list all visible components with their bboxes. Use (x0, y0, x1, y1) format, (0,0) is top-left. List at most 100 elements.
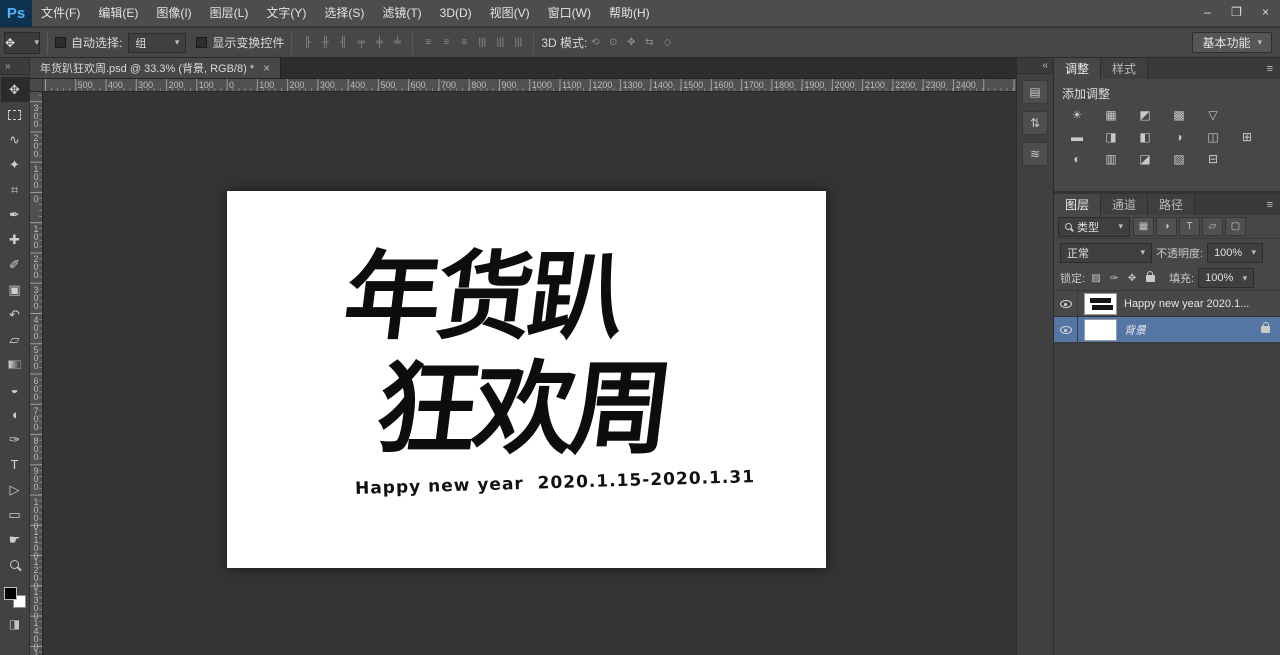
auto-select-dropdown[interactable]: 组 (128, 32, 187, 53)
distribute-bottom-icon[interactable]: ≡ (456, 33, 472, 53)
menu-item-7[interactable]: 3D(D) (431, 0, 481, 27)
align-left-edges-icon[interactable]: ╟ (299, 33, 315, 53)
levels-icon[interactable]: ▦ (1094, 106, 1128, 124)
tab-adjustments[interactable]: 调整 (1054, 58, 1102, 79)
hand-tool[interactable]: ☛ (1, 527, 29, 552)
layer-name[interactable]: Happy new year 2020.1... (1124, 298, 1249, 310)
fill-dropdown[interactable]: 100% (1198, 268, 1255, 288)
brush-panel-icon[interactable]: ≋ (1022, 142, 1048, 166)
zoom-tool[interactable] (1, 552, 29, 577)
menu-item-0[interactable]: 文件(F) (32, 0, 89, 27)
brightness-contrast-icon[interactable]: ☀ (1060, 106, 1094, 124)
minimize-button[interactable]: – (1193, 0, 1222, 26)
filter-smart-objects-icon[interactable]: ▢ (1225, 217, 1246, 236)
dodge-tool[interactable]: ◖ (1, 402, 29, 427)
history-brush-tool[interactable]: ↶ (1, 302, 29, 327)
filter-adjustment-layers-icon[interactable]: ◑ (1156, 217, 1177, 236)
workspace-switcher[interactable]: 基本功能 (1192, 32, 1272, 53)
curves-icon[interactable]: ◩ (1128, 106, 1162, 124)
menu-item-8[interactable]: 视图(V) (481, 0, 539, 27)
gradient-tool[interactable] (1, 352, 29, 377)
layer-filter-dropdown[interactable]: 类型 (1058, 216, 1130, 237)
menu-item-2[interactable]: 图像(I) (147, 0, 200, 27)
selective-color-icon[interactable]: ⊟ (1196, 150, 1230, 168)
align-horizontal-centers-icon[interactable]: ╫ (317, 33, 333, 53)
3d-slide-icon[interactable]: ⇆ (641, 33, 657, 53)
menu-item-3[interactable]: 图层(L) (201, 0, 258, 27)
blur-tool[interactable]: ◒ (1, 377, 29, 402)
artboard[interactable]: 年货趴 狂欢周 Happy new year 2020.1.15-2020.1.… (227, 191, 826, 568)
3d-roll-icon[interactable]: ⊙ (605, 33, 621, 53)
layer-thumbnail[interactable] (1084, 318, 1117, 341)
3d-rotate-icon[interactable]: ⟲ (587, 33, 603, 53)
document-tab[interactable]: 年货趴狂欢周.psd @ 33.3% (背景, RGB/8) * × (30, 58, 282, 78)
tab-layers[interactable]: 图层 (1054, 194, 1102, 215)
quick-mask-icon[interactable]: ◨ (1, 617, 29, 631)
foreground-color-swatch[interactable] (3, 587, 17, 600)
menu-item-9[interactable]: 窗口(W) (539, 0, 600, 27)
vibrance-icon[interactable]: ▽ (1196, 106, 1230, 124)
invert-icon[interactable]: ◐ (1060, 150, 1094, 168)
lock-pixels-icon[interactable]: ✑ (1107, 270, 1121, 286)
align-top-edges-icon[interactable]: ╤ (353, 33, 369, 53)
brush-tool[interactable]: ✐ (1, 252, 29, 277)
align-vertical-centers-icon[interactable]: ╪ (371, 33, 387, 53)
menu-item-5[interactable]: 选择(S) (315, 0, 373, 27)
layer-visibility-toggle[interactable] (1054, 291, 1078, 316)
tab-paths[interactable]: 路径 (1148, 194, 1196, 215)
properties-panel-icon[interactable]: ⇅ (1022, 111, 1048, 135)
current-tool-preset[interactable]: ✥ (4, 31, 40, 54)
3d-pan-icon[interactable]: ✥ (623, 33, 639, 53)
clone-stamp-tool[interactable]: ▣ (1, 277, 29, 302)
color-balance-icon[interactable]: ◨ (1094, 128, 1128, 146)
layer-visibility-toggle[interactable] (1054, 317, 1078, 342)
layer-row[interactable]: Happy new year 2020.1... (1054, 291, 1280, 317)
layer-name[interactable]: 背景 (1124, 322, 1146, 338)
panel-menu-icon[interactable]: ≡ (1260, 58, 1280, 79)
channel-mixer-icon[interactable]: ◫ (1196, 128, 1230, 146)
pen-tool[interactable]: ✑ (1, 427, 29, 452)
eraser-tool[interactable]: ▱ (1, 327, 29, 352)
quick-selection-tool[interactable]: ✦ (1, 152, 29, 177)
tab-styles[interactable]: 样式 (1101, 58, 1149, 79)
color-lookup-icon[interactable]: ⊞ (1230, 128, 1264, 146)
distribute-center-icon[interactable]: ||| (492, 33, 508, 53)
filter-shape-layers-icon[interactable]: ▱ (1202, 217, 1223, 236)
posterize-icon[interactable]: ▥ (1094, 150, 1128, 168)
lock-all-icon[interactable] (1143, 270, 1157, 286)
crop-tool[interactable]: ⌗ (1, 177, 29, 202)
threshold-icon[interactable]: ◪ (1128, 150, 1162, 168)
dock-collapse-header[interactable]: « (1017, 58, 1053, 74)
move-tool[interactable]: ✥ (0, 77, 29, 102)
auto-select-checkbox[interactable] (55, 37, 66, 48)
3d-scale-icon[interactable]: ◇ (659, 33, 675, 53)
lock-transparency-icon[interactable]: ▨ (1089, 270, 1103, 286)
close-button[interactable]: × (1251, 0, 1280, 26)
menu-item-10[interactable]: 帮助(H) (600, 0, 659, 27)
photo-filter-icon[interactable]: ◑ (1162, 128, 1196, 146)
menu-item-1[interactable]: 编辑(E) (89, 0, 147, 27)
menu-item-6[interactable]: 滤镜(T) (373, 0, 430, 27)
type-tool[interactable]: T (1, 452, 29, 477)
canvas-pasteboard[interactable]: 300 200 100 0 100 200 300 400 500 600 700 800 900 100… (30, 92, 1016, 655)
healing-brush-tool[interactable]: ✚ (1, 227, 29, 252)
rectangular-marquee-tool[interactable] (1, 102, 29, 127)
menu-item-4[interactable]: 文字(Y) (257, 0, 315, 27)
lasso-tool[interactable]: ∿ (1, 127, 29, 152)
show-transform-checkbox[interactable] (196, 37, 208, 48)
path-selection-tool[interactable]: ▷ (1, 477, 29, 502)
tab-channels[interactable]: 通道 (1101, 194, 1149, 215)
exposure-icon[interactable]: ▩ (1162, 106, 1196, 124)
gradient-map-icon[interactable]: ▧ (1162, 150, 1196, 168)
distribute-top-icon[interactable]: ≡ (420, 33, 436, 53)
filter-type-layers-icon[interactable]: T (1179, 217, 1200, 236)
panel-menu-icon[interactable]: ≡ (1260, 194, 1280, 215)
tools-collapse-header[interactable]: » (0, 58, 29, 75)
layer-row[interactable]: 背景 (1054, 317, 1280, 343)
history-panel-icon[interactable]: ▤ (1022, 80, 1048, 104)
black-white-icon[interactable]: ◧ (1128, 128, 1162, 146)
filter-pixel-layers-icon[interactable]: ▦ (1133, 217, 1154, 236)
lock-position-icon[interactable]: ✥ (1125, 270, 1139, 286)
distribute-middle-icon[interactable]: ≡ (438, 33, 454, 53)
eyedropper-tool[interactable]: ✒ (1, 202, 29, 227)
